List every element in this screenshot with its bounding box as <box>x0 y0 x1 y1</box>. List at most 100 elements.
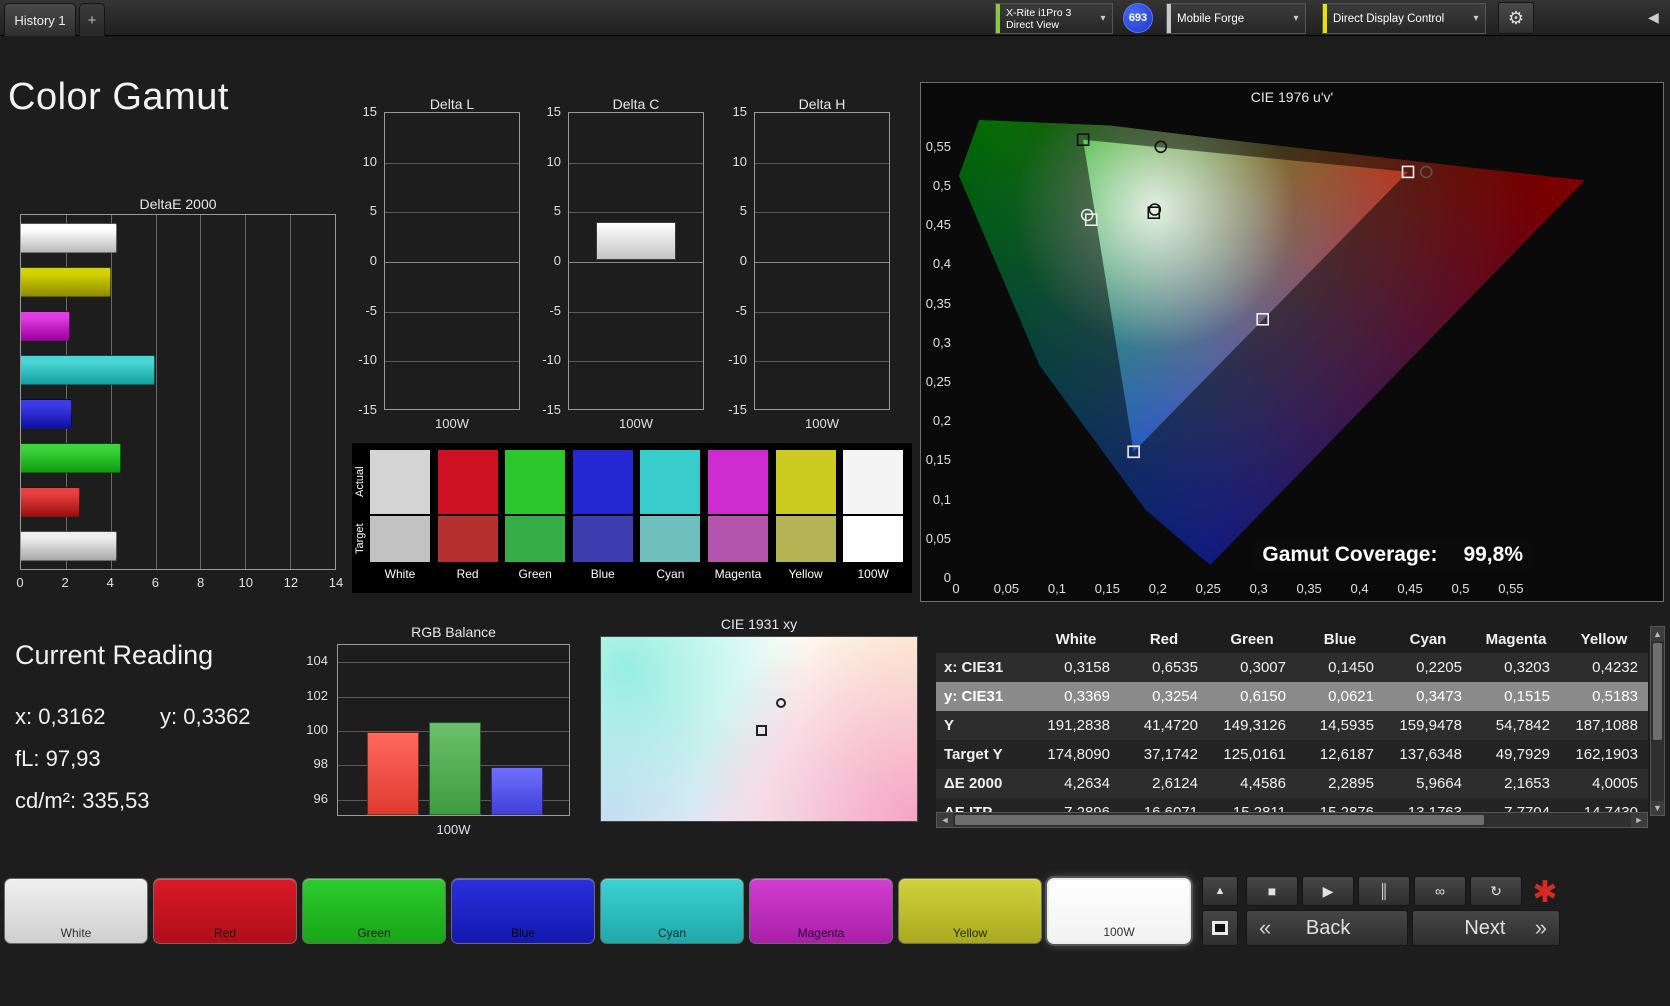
table-header-row: WhiteRedGreenBlueCyanMagentaYellow <box>936 626 1648 653</box>
window-mode-button[interactable] <box>1202 910 1238 946</box>
table-vertical-scrollbar[interactable]: ▲ ▼ <box>1650 626 1665 816</box>
reading-fl-label: fL: <box>15 746 39 771</box>
delta-gridline <box>385 361 519 362</box>
scroll-up-button[interactable]: ▲ <box>1651 627 1664 641</box>
table-horizontal-scrollbar[interactable]: ◄ ► <box>936 812 1648 828</box>
table-row-x-cie31[interactable]: x: CIE310,31580,65350,30070,14500,22050,… <box>936 653 1648 682</box>
reading-y-value: 0,3362 <box>183 704 250 729</box>
deltae-bar-blue <box>21 399 72 429</box>
pause-button[interactable]: ║ <box>1358 876 1410 906</box>
meter-dropdown[interactable]: X-Rite i1Pro 3 Direct View ▾ <box>995 3 1113 34</box>
repeat-button[interactable]: ↻ <box>1470 876 1522 906</box>
table-row--e-2000[interactable]: ΔE 20004,26342,61244,45862,28955,96642,1… <box>936 769 1648 798</box>
add-tab-button[interactable]: + <box>79 3 105 36</box>
stop-button[interactable]: ■ <box>1246 876 1298 906</box>
table-cell: 0,3203 <box>1472 653 1560 682</box>
table-cell: 159,9478 <box>1384 711 1472 740</box>
scroll-right-button[interactable]: ► <box>1631 813 1647 827</box>
delta-gridline <box>385 212 519 213</box>
table-cell: 0,1515 <box>1472 682 1560 711</box>
patch-button-cyan[interactable]: Cyan <box>600 878 744 944</box>
delta-y-tick: -5 <box>735 303 747 318</box>
table-cell: 0,6150 <box>1208 682 1296 711</box>
chevron-down-icon: ▾ <box>1094 13 1112 24</box>
deltae-x-tick: 10 <box>238 575 252 590</box>
table-cell: 191,2838 <box>1032 711 1120 740</box>
table-cell: 2,6124 <box>1120 769 1208 798</box>
delta-y-tick: 10 <box>363 154 377 169</box>
reading-cdm2-label: cd/m²: <box>15 788 76 813</box>
rgb-balance-x-label: 100W <box>337 822 570 837</box>
patch-button-white[interactable]: White <box>4 878 148 944</box>
table-cell: 162,1903 <box>1560 740 1648 769</box>
pause-icon: ║ <box>1379 883 1389 899</box>
swatch-actual-white <box>370 450 430 514</box>
delta-c-plot <box>568 112 704 410</box>
table-cell: 137,6348 <box>1384 740 1472 769</box>
cie-y-tick: 0,3 <box>923 335 951 350</box>
table-row-y[interactable]: Y191,283841,4720149,312614,5935159,94785… <box>936 711 1648 740</box>
actual-target-swatch-strip: Actual Target WhiteRedGreenBlueCyanMagen… <box>352 443 912 593</box>
patch-button-yellow[interactable]: Yellow <box>898 878 1042 944</box>
patch-button-red[interactable]: Red <box>153 878 297 944</box>
next-button[interactable]: Next » <box>1412 910 1560 946</box>
table-cell: 14,5935 <box>1296 711 1384 740</box>
back-button[interactable]: « Back <box>1246 910 1408 946</box>
meter-name: X-Rite i1Pro 3 <box>1006 7 1094 19</box>
reading-x-value: 0,3162 <box>38 704 105 729</box>
table-cell: 0,3254 <box>1120 682 1208 711</box>
scrollbar-thumb[interactable] <box>955 815 1484 825</box>
row-label--e-2000: ΔE 2000 <box>936 769 1032 798</box>
table-cell: 5,9664 <box>1384 769 1472 798</box>
tab-history-1[interactable]: History 1 <box>4 3 76 36</box>
delta-c-y-axis: 151050-5-10-15 <box>536 112 564 410</box>
delta-gridline <box>755 163 889 164</box>
source-dropdown[interactable]: Mobile Forge ▾ <box>1166 3 1306 34</box>
patch-list-up-button[interactable]: ▲ <box>1202 876 1238 906</box>
settings-button[interactable]: ⚙ <box>1498 2 1534 34</box>
scrollbar-track[interactable] <box>1653 643 1662 799</box>
patch-button-100w[interactable]: 100W <box>1047 878 1191 944</box>
scrollbar-track[interactable] <box>953 813 1631 827</box>
deltae-x-tick: 0 <box>16 575 23 590</box>
table-cell: 0,5183 <box>1560 682 1648 711</box>
alert-asterisk-icon: ✱ <box>1526 874 1564 910</box>
rgb-gridline <box>338 697 569 698</box>
scroll-left-button[interactable]: ◄ <box>937 813 953 827</box>
reading-fl-value: 97,93 <box>46 746 101 771</box>
swatch-actual-100w <box>843 450 903 514</box>
back-chevron-icon: « <box>1259 915 1271 941</box>
swatch-label-green: Green <box>505 567 565 581</box>
table-cell: 0,1450 <box>1296 653 1384 682</box>
delta-c-x-label: 100W <box>568 416 704 431</box>
gamut-coverage-value: 99,8% <box>1463 543 1523 567</box>
scroll-down-button[interactable]: ▼ <box>1651 801 1664 815</box>
swatch-actual-magenta <box>708 450 768 514</box>
cie-y-tick: 0 <box>923 570 951 585</box>
table-row-target-y[interactable]: Target Y174,809037,1742125,016112,618713… <box>936 740 1648 769</box>
delta-c-chart: Delta C 151050-5-10-15 100W <box>536 96 708 436</box>
stop-icon: ■ <box>1268 883 1276 899</box>
play-button[interactable]: ▶ <box>1302 876 1354 906</box>
table-row-y-cie31[interactable]: y: CIE310,33690,32540,61500,06210,34730,… <box>936 682 1648 711</box>
patch-button-blue[interactable]: Blue <box>451 878 595 944</box>
collapse-panel-button[interactable]: ◀ <box>1648 9 1659 26</box>
rgb-y-tick: 96 <box>314 791 328 806</box>
rgb-balance-y-axis: 1041021009896 <box>298 644 332 816</box>
swatch-label-red: Red <box>438 567 498 581</box>
display-control-dropdown[interactable]: Direct Display Control ▾ <box>1322 3 1486 34</box>
table-cell: 4,4586 <box>1208 769 1296 798</box>
patch-button-magenta[interactable]: Magenta <box>749 878 893 944</box>
row-label-target-y: Target Y <box>936 740 1032 769</box>
deltae-bar-red <box>21 487 80 517</box>
reading-x: x: 0,3162 <box>15 704 106 730</box>
delta-gridline <box>755 212 889 213</box>
deltae-bar-white-100 <box>21 531 117 561</box>
scrollbar-thumb[interactable] <box>1653 643 1662 740</box>
patch-button-green[interactable]: Green <box>302 878 446 944</box>
cie-y-tick: 0,35 <box>923 296 951 311</box>
continuous-button[interactable]: ∞ <box>1414 876 1466 906</box>
delta-y-tick: 5 <box>554 203 561 218</box>
delta-gridline <box>385 312 519 313</box>
row-label-y-cie31: y: CIE31 <box>936 682 1032 711</box>
